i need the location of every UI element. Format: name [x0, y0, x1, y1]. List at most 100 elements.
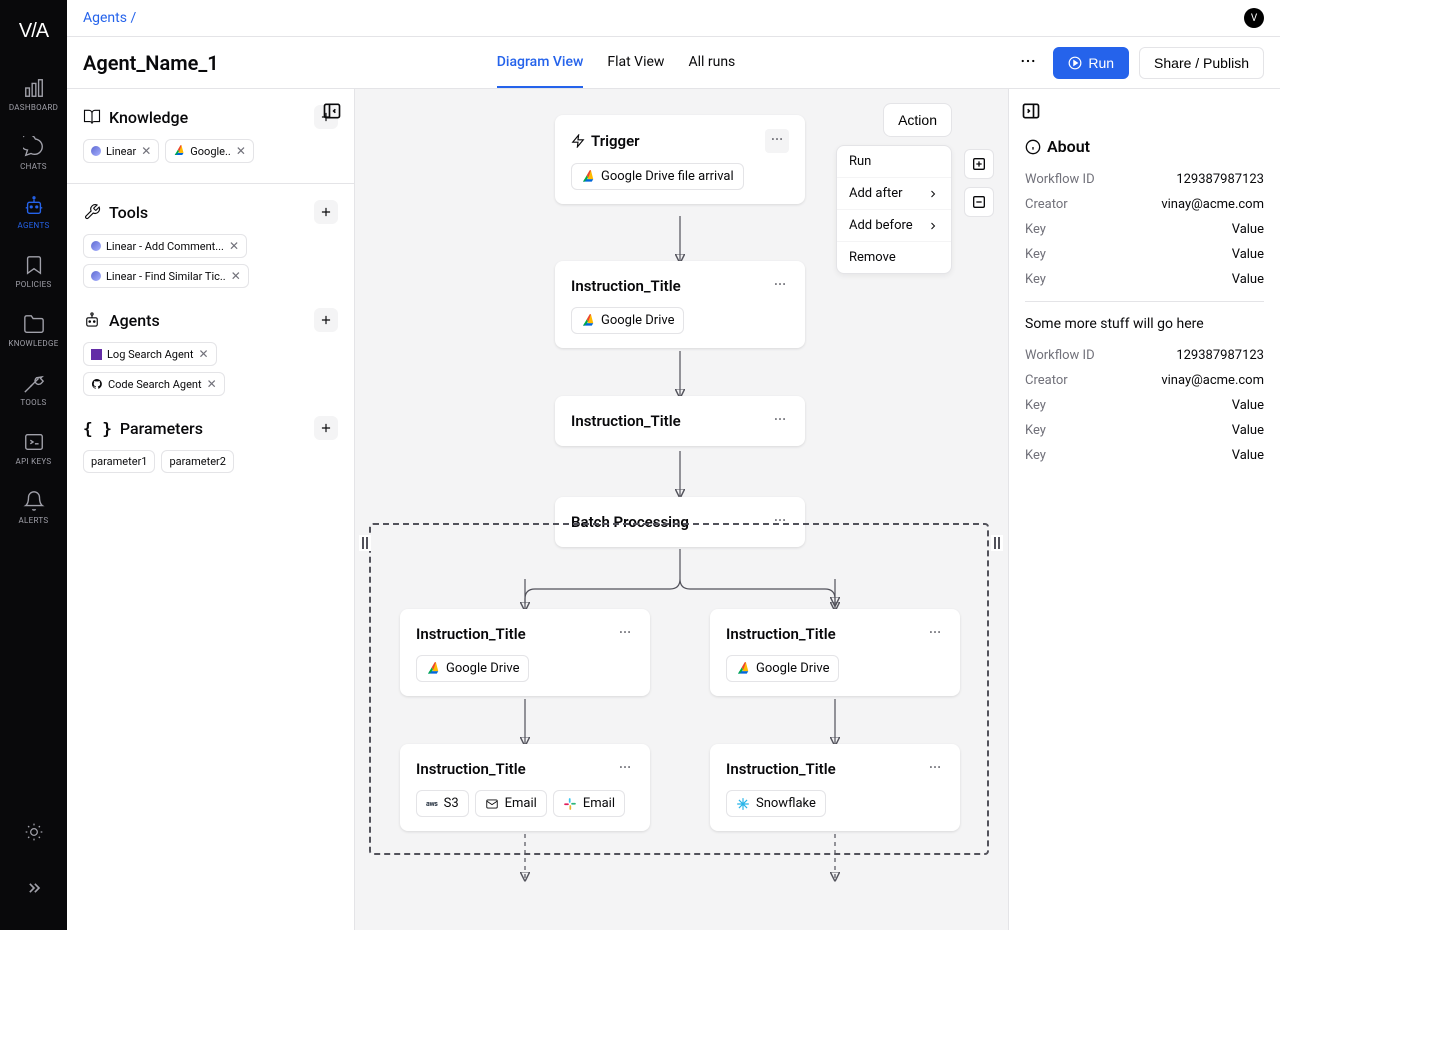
parameter-chip[interactable]: parameter2: [161, 450, 233, 473]
gdrive-icon: [581, 314, 595, 328]
zoom-toolbar: [964, 103, 994, 217]
remove-chip-icon[interactable]: ✕: [231, 269, 241, 283]
avatar[interactable]: V: [1244, 8, 1264, 28]
knowledge-chip[interactable]: Google..✕: [165, 139, 254, 163]
nav-tools[interactable]: TOOLS: [4, 362, 64, 417]
remove-chip-icon[interactable]: ✕: [229, 239, 239, 253]
book-open-icon: [83, 108, 101, 126]
node-more-button[interactable]: [771, 410, 789, 432]
tab-diagram[interactable]: Diagram View: [497, 38, 584, 88]
parameter-chip[interactable]: parameter1: [83, 450, 155, 473]
more-horizontal-icon: [770, 132, 784, 146]
action-menu-remove[interactable]: Remove: [837, 242, 951, 273]
add-tool-button[interactable]: [314, 200, 338, 224]
collapse-right-button[interactable]: [1021, 101, 1041, 125]
action-menu-run[interactable]: Run: [837, 146, 951, 178]
nav-alerts[interactable]: ALERTS: [4, 480, 64, 535]
node-more-button[interactable]: [771, 275, 789, 297]
section-title-label: Parameters: [120, 419, 203, 438]
sidebar-expand[interactable]: [16, 870, 52, 910]
zap-icon: [571, 134, 585, 148]
tool-chip[interactable]: Linear - Add Comment...✕: [83, 234, 247, 258]
plus-icon: [319, 421, 333, 435]
robot-icon: [23, 195, 45, 217]
nav-label: ALERTS: [19, 516, 49, 525]
nav-label: POLICIES: [15, 280, 51, 289]
node-instruction[interactable]: Instruction_Title Google Drive: [400, 609, 650, 696]
action-wrap: Action Run Add after Add before Remove: [836, 103, 952, 274]
remove-chip-icon[interactable]: ✕: [198, 347, 208, 361]
nav-label: KNOWLEDGE: [8, 339, 58, 348]
section-title-label: Tools: [109, 203, 148, 222]
add-parameter-button[interactable]: [314, 416, 338, 440]
nav-agents[interactable]: AGENTS: [4, 185, 64, 240]
chevrons-right-icon: [24, 878, 44, 898]
breadcrumb-sep: /: [130, 10, 136, 26]
gdrive-icon: [581, 170, 595, 184]
action-menu-add-after[interactable]: Add after: [837, 178, 951, 210]
collapse-left-button[interactable]: [322, 101, 342, 125]
parameters-section: { } Parameters parameter1 parameter2: [83, 416, 338, 473]
node-trigger[interactable]: Trigger Google Drive file arrival: [555, 115, 805, 204]
minus-square-icon: [971, 194, 987, 210]
zoom-out-button[interactable]: [964, 187, 994, 217]
tab-flat[interactable]: Flat View: [607, 38, 664, 88]
node-more-button[interactable]: [616, 758, 634, 780]
meta-row: KeyValue: [1025, 423, 1264, 438]
remove-chip-icon[interactable]: ✕: [236, 144, 246, 158]
theme-toggle[interactable]: [16, 814, 52, 854]
tab-allruns[interactable]: All runs: [688, 38, 735, 88]
sidebar: V/A DASHBOARD CHATS AGENTS POLICIES KNOW…: [0, 0, 67, 930]
node-instruction[interactable]: Instruction_Title Google Drive: [710, 609, 960, 696]
more-horizontal-icon: [773, 412, 787, 426]
agent-chip[interactable]: Log Search Agent✕: [83, 342, 217, 366]
agent-chip[interactable]: Code Search Agent✕: [83, 372, 225, 396]
node-instruction[interactable]: Instruction_Title: [555, 396, 805, 446]
plus-icon: [319, 313, 333, 327]
nav-label: API KEYS: [16, 457, 52, 466]
remove-chip-icon[interactable]: ✕: [141, 144, 151, 158]
tools-section: Tools Linear - Add Comment...✕ Linear - …: [83, 200, 338, 288]
more-button[interactable]: [1013, 46, 1043, 79]
play-circle-icon: [1068, 56, 1082, 70]
nav-chats[interactable]: CHATS: [4, 126, 64, 181]
canvas[interactable]: Trigger Google Drive file arrival: [355, 89, 1008, 930]
node-more-button[interactable]: [765, 129, 789, 153]
plus-icon: [319, 205, 333, 219]
github-icon: [91, 378, 103, 390]
breadcrumb-link[interactable]: Agents: [83, 10, 127, 26]
action-menu-add-before[interactable]: Add before: [837, 210, 951, 242]
nav-dashboard[interactable]: DASHBOARD: [4, 67, 64, 122]
mail-icon: [485, 797, 499, 811]
zoom-in-button[interactable]: [964, 149, 994, 179]
node-instruction[interactable]: Instruction_Title awsS3 Email Email: [400, 744, 650, 831]
run-button[interactable]: Run: [1053, 47, 1129, 79]
linear-icon: [91, 271, 101, 281]
folder-icon: [23, 313, 45, 335]
nav-apikeys[interactable]: API KEYS: [4, 421, 64, 476]
node-more-button[interactable]: [926, 758, 944, 780]
remove-chip-icon[interactable]: ✕: [207, 377, 217, 391]
add-agent-button[interactable]: [314, 308, 338, 332]
action-button[interactable]: Action: [883, 103, 952, 137]
datadog-icon: [91, 349, 102, 360]
knowledge-chip[interactable]: Linear✕: [83, 139, 159, 163]
gdrive-icon: [173, 145, 185, 157]
node-more-button[interactable]: [926, 623, 944, 645]
node-pill: Google Drive: [416, 655, 529, 682]
terminal-icon: [23, 431, 45, 453]
batch-handle-left[interactable]: [359, 535, 371, 551]
batch-handle-right[interactable]: [991, 535, 1003, 551]
knowledge-section: Knowledge Linear✕ Google..✕: [83, 105, 338, 163]
chat-icon: [23, 136, 45, 158]
nav-policies[interactable]: POLICIES: [4, 244, 64, 299]
share-button[interactable]: Share / Publish: [1139, 47, 1264, 79]
node-instruction[interactable]: Instruction_Title Google Drive: [555, 261, 805, 348]
nav-knowledge[interactable]: KNOWLEDGE: [4, 303, 64, 358]
right-panel-note: Some more stuff will go here: [1025, 316, 1264, 332]
node-more-button[interactable]: [616, 623, 634, 645]
node-pill: Google Drive: [571, 307, 684, 334]
node-instruction[interactable]: Instruction_Title Snowflake: [710, 744, 960, 831]
tool-chip[interactable]: Linear - Find Similar Tic..✕: [83, 264, 249, 288]
robot-small-icon: [83, 311, 101, 329]
